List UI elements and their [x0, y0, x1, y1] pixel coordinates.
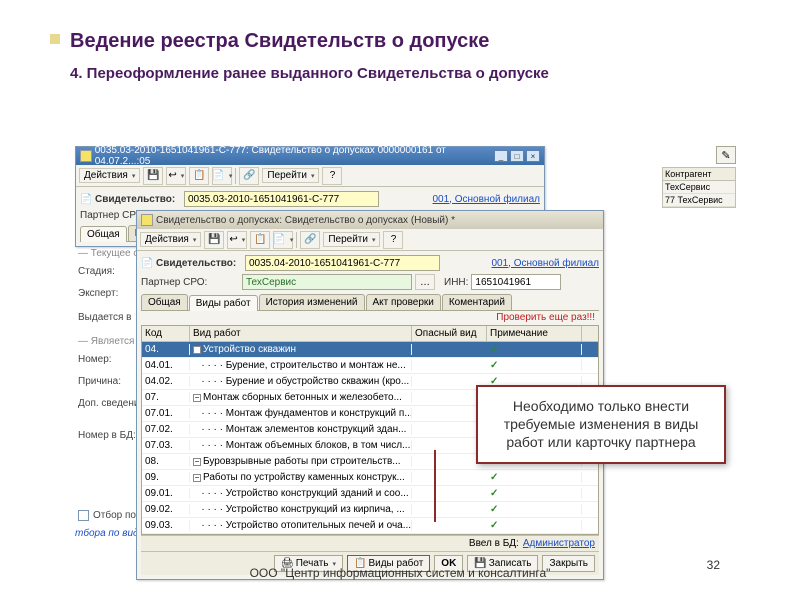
- status-bar: Ввел в БД: Администратор: [141, 535, 599, 551]
- partner-field[interactable]: ТехСервис: [242, 274, 412, 290]
- branch-link[interactable]: 001, Основной филиал: [492, 258, 600, 269]
- db-user-link[interactable]: Администратор: [523, 538, 595, 549]
- titlebar[interactable]: Свидетельство о допусках: Свидетельство …: [137, 211, 603, 229]
- callout-box: Необходимо только внести требуемые измен…: [476, 385, 726, 464]
- tab-work-types[interactable]: Виды работ: [189, 295, 258, 311]
- save-icon[interactable]: 💾: [143, 167, 163, 185]
- report-icon[interactable]: 📄: [273, 231, 293, 249]
- copy-icon[interactable]: 📋: [189, 167, 209, 185]
- actions-menu[interactable]: Действия: [140, 232, 201, 247]
- help-icon[interactable]: ?: [383, 231, 403, 249]
- lookup-button[interactable]: …: [415, 274, 435, 290]
- table-row[interactable]: 04.−Устройство скважин: [142, 342, 598, 358]
- nav-back-icon[interactable]: ↩: [166, 167, 186, 185]
- help-icon[interactable]: ?: [322, 167, 342, 185]
- inn-field[interactable]: 1651041961: [471, 274, 561, 290]
- app-icon: [80, 150, 92, 162]
- table-row[interactable]: 09.03. · · · · Устройство отопительных п…: [142, 518, 598, 534]
- inn-label: ИНН:: [444, 277, 468, 288]
- actions-menu[interactable]: Действия: [79, 168, 140, 183]
- tab-inspection[interactable]: Акт проверки: [366, 294, 441, 310]
- branch-link[interactable]: 001, Основной филиал: [433, 194, 541, 205]
- goto-menu[interactable]: Перейти: [262, 168, 319, 183]
- window-title: 0035.03-2010-1651041961-С-777: Свидетель…: [95, 145, 494, 167]
- toolbar: Действия 💾 ↩ 📋 📄 🔗 Перейти ?: [137, 229, 603, 251]
- app-icon: [141, 214, 153, 226]
- nav-back-icon[interactable]: ↩: [227, 231, 247, 249]
- edit-icon[interactable]: ✎: [716, 146, 736, 164]
- table-row[interactable]: 09.01. · · · · Устройство конструкций зд…: [142, 486, 598, 502]
- link-icon[interactable]: 🔗: [239, 167, 259, 185]
- table-row[interactable]: 09.−Работы по устройству каменных констр…: [142, 470, 598, 486]
- cert-label: Свидетельство:: [156, 258, 242, 269]
- contractor-panel: Контрагент ТехСервис 77 ТехСервис: [662, 167, 736, 208]
- tab-general[interactable]: Общая: [141, 294, 188, 310]
- titlebar[interactable]: 0035.03-2010-1651041961-С-777: Свидетель…: [76, 147, 544, 165]
- page-number: 32: [707, 558, 720, 572]
- slide-title: Ведение реестра Свидетельств о допуске: [70, 30, 730, 53]
- goto-menu[interactable]: Перейти: [323, 232, 380, 247]
- footer-org: ООО "Центр информационных систем и конса…: [0, 566, 800, 580]
- minimize-button[interactable]: _: [494, 150, 508, 162]
- maximize-button[interactable]: □: [510, 150, 524, 162]
- tab-comment[interactable]: Коментарий: [442, 294, 512, 310]
- cert-number-field[interactable]: 0035.04-2010-1651041961-С-777: [245, 255, 440, 271]
- cert-label: Свидетельство:: [95, 194, 181, 205]
- report-icon[interactable]: 📄: [212, 167, 232, 185]
- save-icon[interactable]: 💾: [204, 231, 224, 249]
- contractor-row[interactable]: 77 ТехСервис: [663, 194, 735, 207]
- contractor-header: Контрагент: [663, 168, 735, 181]
- window-title: Свидетельство о допусках: Свидетельство …: [156, 215, 455, 226]
- contractor-row[interactable]: ТехСервис: [663, 181, 735, 194]
- recheck-link[interactable]: Проверить еще раз!!!: [496, 312, 595, 323]
- tab-general[interactable]: Общая: [80, 226, 127, 242]
- callout-connector: [434, 450, 436, 522]
- close-button[interactable]: ×: [526, 150, 540, 162]
- table-row[interactable]: 04.01. · · · · Бурение, строительство и …: [142, 358, 598, 374]
- tab-history[interactable]: История изменений: [259, 294, 365, 310]
- copy-icon[interactable]: 📋: [250, 231, 270, 249]
- link-icon[interactable]: 🔗: [300, 231, 320, 249]
- partner-label: Партнер СРО:: [141, 277, 239, 288]
- table-row[interactable]: 09.02. · · · · Устройство конструкций из…: [142, 502, 598, 518]
- tabstrip: Общая Виды работ История изменений Акт п…: [141, 294, 599, 311]
- toolbar: Действия 💾 ↩ 📋 📄 🔗 Перейти ?: [76, 165, 544, 187]
- filter-checkbox[interactable]: [78, 510, 89, 521]
- cert-number-field[interactable]: 0035.03-2010-1651041961-С-777: [184, 191, 379, 207]
- slide-subtitle: 4. Переоформление ранее выданного Свидет…: [70, 65, 730, 82]
- grid-header: Код Вид работ Опасный вид Примечание: [142, 326, 598, 342]
